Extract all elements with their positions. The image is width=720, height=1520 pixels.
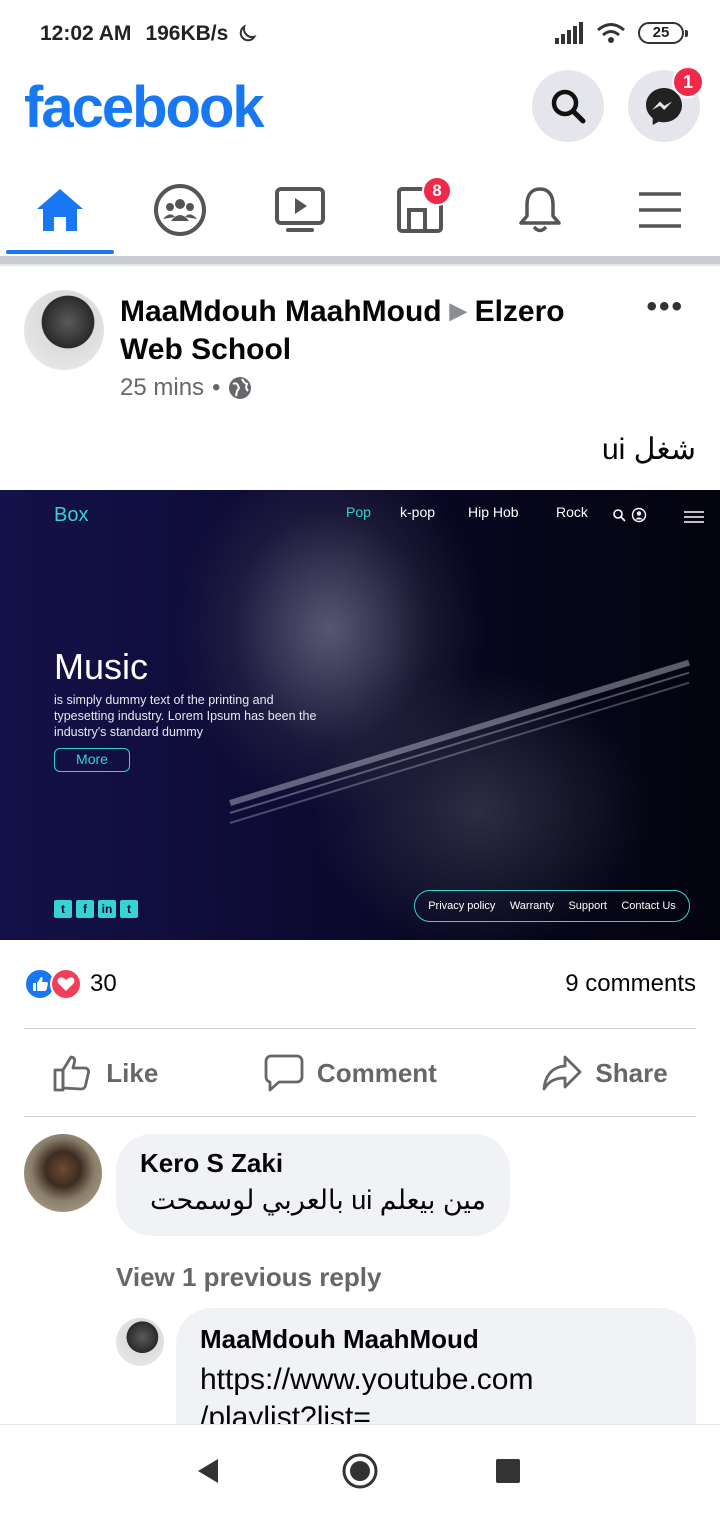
- like-button[interactable]: Like: [52, 1053, 158, 1093]
- share-arrow-icon: [543, 1055, 582, 1091]
- post-options-button[interactable]: •••: [646, 290, 684, 324]
- tab-notifications[interactable]: [480, 166, 600, 254]
- tab-watch[interactable]: [240, 166, 360, 254]
- post-author-link[interactable]: MaaMdouh MaahMoud: [120, 295, 442, 328]
- comment-text: مين بيعلم ui بالعربي لوسمحت: [149, 1185, 486, 1215]
- image-more-button: More: [54, 748, 130, 772]
- image-heading: Music: [54, 646, 149, 687]
- globe-icon: [229, 377, 252, 399]
- video-icon: [275, 187, 325, 232]
- image-description: is simply dummy text of the printing and…: [54, 693, 317, 739]
- dot-separator: •: [212, 374, 221, 401]
- comment-button[interactable]: Comment: [263, 1053, 437, 1093]
- image-search-icon: [613, 509, 626, 522]
- status-bar: 12:02 AM 196KB/s 25: [0, 0, 720, 70]
- image-nav-item: Pop: [346, 504, 371, 520]
- divider: [24, 1116, 696, 1117]
- post-title: MaaMdouh MaahMoud ▶ Elzero Web School: [120, 292, 620, 369]
- tumblr-icon: t: [120, 900, 138, 918]
- divider: [24, 1028, 696, 1029]
- pages-badge: 8: [422, 176, 452, 206]
- tab-groups[interactable]: [120, 166, 240, 254]
- back-icon[interactable]: [194, 1451, 222, 1491]
- messenger-button[interactable]: 1: [628, 66, 704, 142]
- wifi-icon: [597, 23, 625, 43]
- image-brand: Box: [54, 504, 89, 526]
- facebook-logo: facebook: [24, 75, 265, 140]
- comments-count[interactable]: 9 comments: [565, 970, 696, 998]
- groups-icon: [154, 184, 206, 236]
- comment-label: Comment: [316, 1057, 437, 1088]
- avatar[interactable]: [24, 290, 104, 370]
- like-label: Like: [106, 1057, 159, 1088]
- image-footer-link: Support: [568, 900, 607, 912]
- status-right: 25: [554, 22, 688, 44]
- reply-author-name[interactable]: MaaMdouh MaahMoud: [200, 1324, 672, 1355]
- image-social-icons: t f in t: [54, 900, 138, 918]
- reply-link-line: https://www.youtube.com: [200, 1363, 534, 1396]
- status-speed: 196KB/s: [145, 22, 229, 45]
- arrow-right-icon: ▶: [449, 298, 467, 323]
- search-button[interactable]: [532, 70, 604, 142]
- bell-icon: [519, 187, 561, 233]
- home-circle-icon[interactable]: [340, 1451, 380, 1491]
- tab-pages[interactable]: 8: [360, 166, 480, 254]
- facebook-app-screen: 12:02 AM 196KB/s 25 facebook 1 8 MaaMdou…: [0, 0, 720, 1520]
- linkedin-icon: in: [98, 900, 116, 918]
- search-icon: [551, 89, 586, 124]
- tab-menu[interactable]: [600, 166, 720, 254]
- reply-avatar[interactable]: [116, 1318, 164, 1366]
- image-nav-item: Rock: [556, 504, 588, 520]
- thumbs-up-icon: [53, 1055, 91, 1092]
- image-footer-link: Privacy policy: [428, 900, 496, 912]
- image-user-icon: [631, 507, 647, 523]
- post-meta: 25 mins •: [120, 374, 252, 402]
- view-previous-replies-link[interactable]: View 1 previous reply: [116, 1262, 381, 1293]
- reactions-summary[interactable]: 30: [24, 968, 117, 1000]
- post-image[interactable]: Box Pop k-pop Hip Hob Rock Music is simp…: [0, 490, 720, 940]
- image-footer-link: Warranty: [509, 900, 555, 912]
- commenter-name[interactable]: Kero S Zaki: [140, 1148, 486, 1179]
- share-label: Share: [595, 1057, 668, 1088]
- post-text: شغل ui: [601, 433, 696, 466]
- status-left: 12:02 AM 196KB/s: [40, 22, 258, 46]
- image-nav-item: k-pop: [400, 504, 436, 520]
- comment-bubble-icon: [264, 1054, 304, 1092]
- image-footer-link: Contact Us: [621, 900, 676, 912]
- home-icon: [37, 189, 83, 231]
- post-time[interactable]: 25 mins: [120, 374, 204, 402]
- image-menu-icon: [684, 511, 704, 523]
- hamburger-menu-icon: [639, 192, 681, 228]
- system-navigation-bar: [0, 1424, 720, 1520]
- feed-separator: [0, 256, 720, 266]
- share-button[interactable]: Share: [541, 1053, 668, 1093]
- image-footer-links: Privacy policy Warranty Support Contact …: [414, 890, 690, 922]
- twitter-icon: t: [54, 900, 72, 918]
- recents-icon[interactable]: [494, 1451, 522, 1491]
- post-actions: Like Comment Share: [0, 1030, 720, 1116]
- comment-bubble: Kero S Zaki مين بيعلم ui بالعربي لوسمحت: [116, 1134, 510, 1236]
- status-time: 12:02 AM: [40, 22, 132, 45]
- messenger-badge: 1: [672, 66, 704, 98]
- commenter-avatar[interactable]: [24, 1134, 102, 1212]
- tab-home[interactable]: [0, 166, 120, 254]
- reaction-count: 30: [90, 970, 117, 997]
- love-reaction-icon: [50, 968, 82, 1000]
- top-tab-bar: 8: [0, 166, 720, 254]
- moon-icon: [240, 24, 257, 42]
- signal-icon: [555, 22, 583, 44]
- image-nav-item: Hip Hob: [468, 504, 519, 520]
- facebook-icon: f: [76, 900, 94, 918]
- app-header: facebook 1: [0, 66, 720, 160]
- battery-icon: 25: [638, 22, 688, 44]
